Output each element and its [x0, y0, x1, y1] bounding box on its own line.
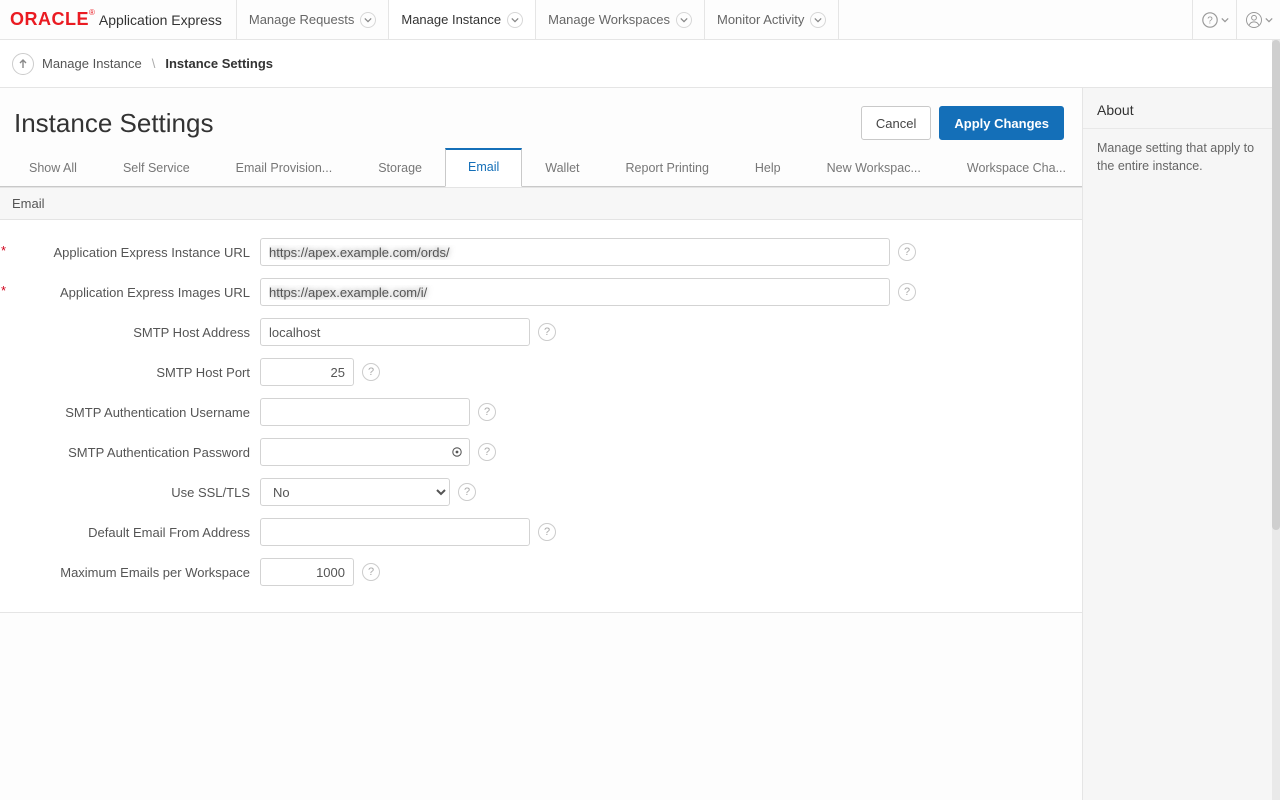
- tab-email-provisioning[interactable]: Email Provision...: [213, 150, 356, 187]
- svg-text:?: ?: [1207, 15, 1213, 26]
- breadcrumb-link[interactable]: Manage Instance: [42, 56, 142, 71]
- section-header-email: Email: [0, 187, 1082, 220]
- label-smtp-pass: SMTP Authentication Password: [0, 445, 260, 460]
- nav-tab-label: Monitor Activity: [717, 12, 804, 27]
- page-body: Instance Settings Cancel Apply Changes S…: [0, 88, 1280, 800]
- help-menu[interactable]: ?: [1192, 0, 1236, 39]
- chevron-down-icon[interactable]: [810, 12, 826, 28]
- tab-storage[interactable]: Storage: [355, 150, 445, 187]
- row-default-from: Default Email From Address ?: [0, 512, 1082, 552]
- arrow-up-icon: [17, 58, 29, 70]
- row-smtp-pass: SMTP Authentication Password ?: [0, 432, 1082, 472]
- user-menu[interactable]: [1236, 0, 1280, 39]
- tab-wallet[interactable]: Wallet: [522, 150, 602, 187]
- tab-help[interactable]: Help: [732, 150, 804, 187]
- tab-email[interactable]: Email: [445, 148, 522, 187]
- password-reveal-icon[interactable]: [448, 443, 466, 461]
- label-images-url: Application Express Images URL: [0, 285, 260, 300]
- row-instance-url: Application Express Instance URL ?: [0, 232, 1082, 272]
- top-nav-tabs: Manage Requests Manage Instance Manage W…: [237, 0, 840, 39]
- tab-new-workspace[interactable]: New Workspac...: [804, 150, 944, 187]
- about-sidebar: About Manage setting that apply to the e…: [1082, 88, 1280, 800]
- nav-tab-label: Manage Instance: [401, 12, 501, 27]
- input-images-url[interactable]: [260, 278, 890, 306]
- help-icon: ?: [1201, 11, 1219, 29]
- label-max-emails: Maximum Emails per Workspace: [0, 565, 260, 580]
- help-icon[interactable]: ?: [458, 483, 476, 501]
- input-smtp-port[interactable]: [260, 358, 354, 386]
- topbar-right: ?: [1192, 0, 1280, 39]
- row-use-ssl: Use SSL/TLS No Yes ?: [0, 472, 1082, 512]
- label-smtp-port: SMTP Host Port: [0, 365, 260, 380]
- chevron-down-icon[interactable]: [360, 12, 376, 28]
- input-smtp-host[interactable]: [260, 318, 530, 346]
- nav-tab-monitor-activity[interactable]: Monitor Activity: [705, 0, 839, 39]
- nav-tab-label: Manage Requests: [249, 12, 355, 27]
- user-icon: [1245, 11, 1263, 29]
- label-use-ssl: Use SSL/TLS: [0, 485, 260, 500]
- top-navbar: ORACLE® Application Express Manage Reque…: [0, 0, 1280, 40]
- label-smtp-host: SMTP Host Address: [0, 325, 260, 340]
- label-instance-url: Application Express Instance URL: [0, 245, 260, 260]
- nav-tab-manage-instance[interactable]: Manage Instance: [389, 0, 536, 39]
- input-default-from[interactable]: [260, 518, 530, 546]
- tab-report-printing[interactable]: Report Printing: [603, 150, 732, 187]
- row-max-emails: Maximum Emails per Workspace ?: [0, 552, 1082, 592]
- brand-suffix: Application Express: [99, 12, 222, 28]
- breadcrumb-separator: \: [152, 56, 156, 71]
- nav-tab-manage-requests[interactable]: Manage Requests: [237, 0, 390, 39]
- cancel-button[interactable]: Cancel: [861, 106, 931, 140]
- help-icon[interactable]: ?: [362, 363, 380, 381]
- tab-show-all[interactable]: Show All: [6, 150, 100, 187]
- apply-changes-button[interactable]: Apply Changes: [939, 106, 1064, 140]
- page-header: Instance Settings Cancel Apply Changes: [0, 88, 1082, 148]
- select-use-ssl[interactable]: No Yes: [260, 478, 450, 506]
- help-icon[interactable]: ?: [478, 403, 496, 421]
- breadcrumb-current: Instance Settings: [165, 56, 273, 71]
- row-smtp-host: SMTP Host Address ?: [0, 312, 1082, 352]
- help-icon[interactable]: ?: [898, 283, 916, 301]
- label-smtp-user: SMTP Authentication Username: [0, 405, 260, 420]
- brand-reg-mark: ®: [89, 8, 95, 17]
- label-default-from: Default Email From Address: [0, 525, 260, 540]
- input-max-emails[interactable]: [260, 558, 354, 586]
- help-icon[interactable]: ?: [362, 563, 380, 581]
- tab-workspace-change[interactable]: Workspace Cha...: [944, 150, 1082, 187]
- input-instance-url[interactable]: [260, 238, 890, 266]
- row-images-url: Application Express Images URL ?: [0, 272, 1082, 312]
- nav-tab-label: Manage Workspaces: [548, 12, 670, 27]
- sidebar-body: Manage setting that apply to the entire …: [1083, 129, 1280, 185]
- chevron-down-icon: [1265, 16, 1273, 24]
- help-icon[interactable]: ?: [898, 243, 916, 261]
- help-icon[interactable]: ?: [478, 443, 496, 461]
- breadcrumb: Manage Instance \ Instance Settings: [0, 40, 1280, 88]
- chevron-down-icon: [1221, 16, 1229, 24]
- row-smtp-user: SMTP Authentication Username ?: [0, 392, 1082, 432]
- breadcrumb-up-button[interactable]: [12, 53, 34, 75]
- help-icon[interactable]: ?: [538, 523, 556, 541]
- sub-tabs: Show All Self Service Email Provision...…: [0, 148, 1082, 187]
- chevron-down-icon[interactable]: [676, 12, 692, 28]
- brand-logo[interactable]: ORACLE® Application Express: [0, 0, 237, 39]
- row-smtp-port: SMTP Host Port ?: [0, 352, 1082, 392]
- nav-tab-manage-workspaces[interactable]: Manage Workspaces: [536, 0, 705, 39]
- input-smtp-user[interactable]: [260, 398, 470, 426]
- sidebar-title: About: [1083, 88, 1280, 129]
- tab-self-service[interactable]: Self Service: [100, 150, 213, 187]
- main-column: Instance Settings Cancel Apply Changes S…: [0, 88, 1082, 800]
- chevron-down-icon[interactable]: [507, 12, 523, 28]
- brand-oracle: ORACLE: [10, 9, 89, 30]
- input-smtp-pass[interactable]: [260, 438, 470, 466]
- form-email-settings: Application Express Instance URL ? Appli…: [0, 220, 1082, 613]
- page-actions: Cancel Apply Changes: [861, 106, 1064, 140]
- scrollbar-thumb[interactable]: [1272, 40, 1280, 530]
- help-icon[interactable]: ?: [538, 323, 556, 341]
- page-title: Instance Settings: [14, 108, 213, 139]
